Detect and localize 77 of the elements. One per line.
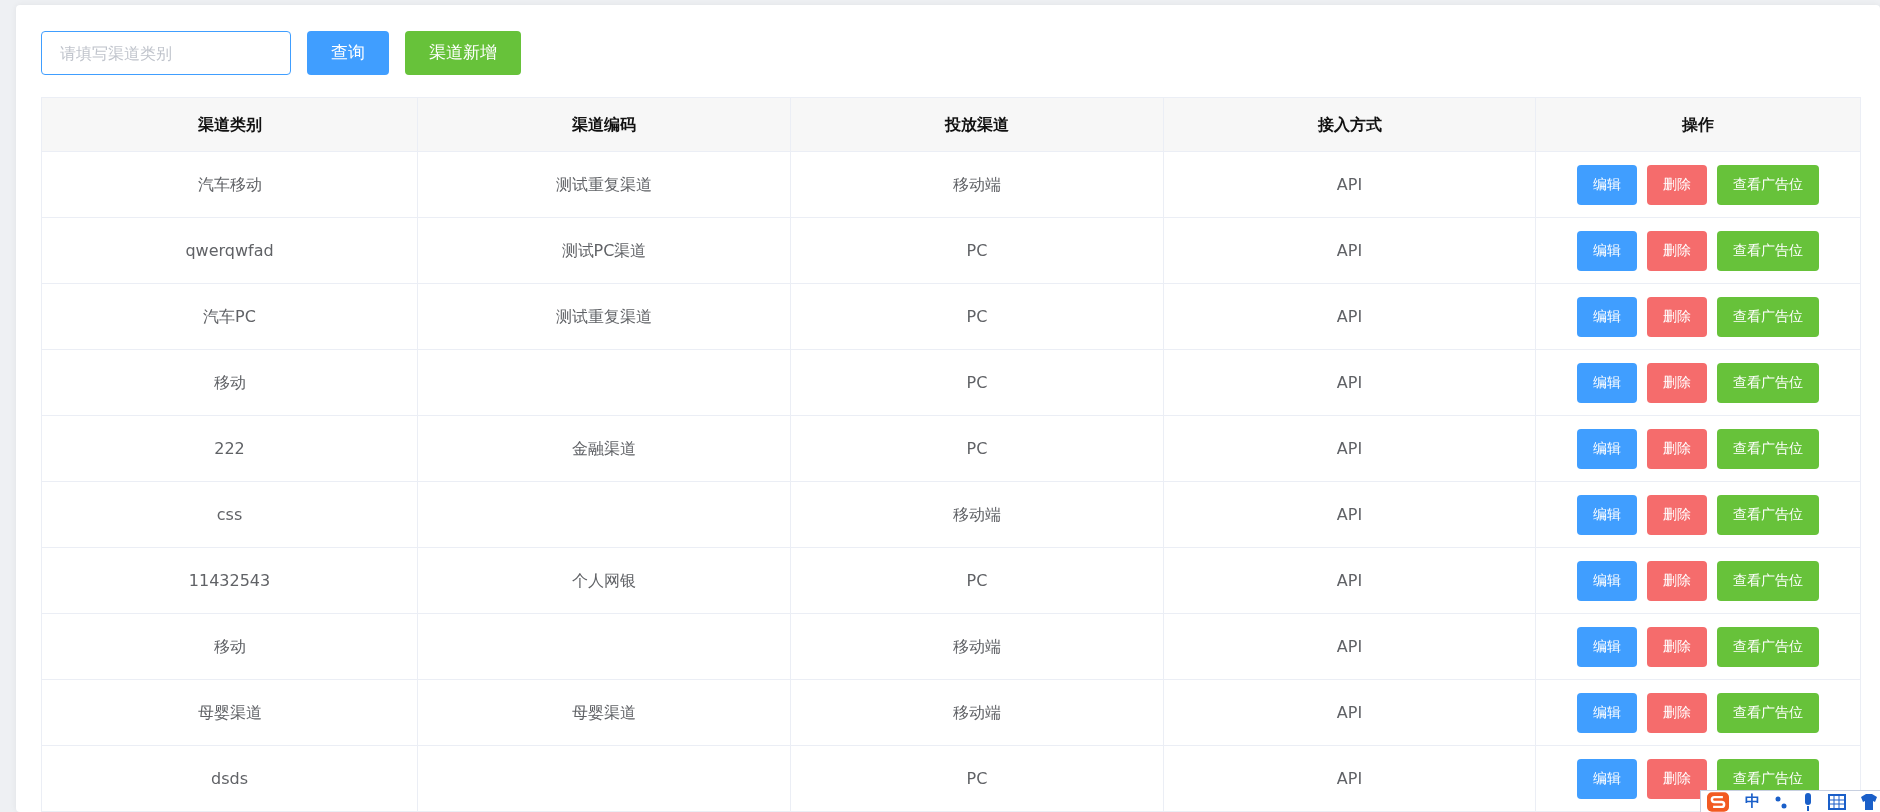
table-cell: 移动端	[790, 613, 1164, 680]
edit-button[interactable]: 编辑	[1577, 494, 1637, 535]
view-ad-slots-button[interactable]: 查看广告位	[1717, 626, 1819, 667]
delete-button[interactable]: 删除	[1647, 758, 1707, 799]
delete-button[interactable]: 删除	[1647, 296, 1707, 337]
column-header: 操作	[1535, 97, 1861, 152]
table-cell: API	[1163, 481, 1536, 548]
query-button[interactable]: 查询	[307, 31, 389, 75]
table-cell: css	[41, 481, 418, 548]
add-channel-button[interactable]: 渠道新增	[405, 31, 521, 75]
shirt-icon[interactable]	[1860, 793, 1878, 810]
table-cell: 金融渠道	[417, 415, 791, 482]
view-ad-slots-button[interactable]: 查看广告位	[1717, 164, 1819, 205]
table-cell: 汽车PC	[41, 283, 418, 350]
view-ad-slots-button[interactable]: 查看广告位	[1717, 428, 1819, 469]
table-cell: API	[1163, 679, 1536, 746]
microphone-icon[interactable]	[1802, 792, 1814, 811]
delete-button[interactable]: 删除	[1647, 626, 1707, 667]
table-cell: 测试PC渠道	[417, 217, 791, 284]
table-cell: 个人网银	[417, 547, 791, 614]
edit-button[interactable]: 编辑	[1577, 560, 1637, 601]
table-cell: PC	[790, 349, 1164, 416]
table-cell: PC	[790, 217, 1164, 284]
table-cell: API	[1163, 613, 1536, 680]
table-cell: API	[1163, 151, 1536, 218]
table-cell: 汽车移动	[41, 151, 418, 218]
table-cell: 移动端	[790, 481, 1164, 548]
table-cell: 11432543	[41, 547, 418, 614]
table-cell: 测试重复渠道	[417, 283, 791, 350]
table-cell: PC	[790, 415, 1164, 482]
delete-button[interactable]: 删除	[1647, 692, 1707, 733]
view-ad-slots-button[interactable]: 查看广告位	[1717, 230, 1819, 271]
column-header: 接入方式	[1163, 97, 1536, 152]
table-cell: 移动	[41, 613, 418, 680]
table-cell: 222	[41, 415, 418, 482]
table-cell: API	[1163, 349, 1536, 416]
punctuation-icon[interactable]	[1774, 794, 1788, 809]
edit-button[interactable]: 编辑	[1577, 692, 1637, 733]
edit-button[interactable]: 编辑	[1577, 428, 1637, 469]
table-cell: 移动端	[790, 151, 1164, 218]
edit-button[interactable]: 编辑	[1577, 362, 1637, 403]
table-cell: PC	[790, 283, 1164, 350]
table-cell: PC	[790, 745, 1164, 812]
table-cell: 母婴渠道	[41, 679, 418, 746]
column-header: 渠道编码	[417, 97, 791, 152]
delete-button[interactable]: 删除	[1647, 164, 1707, 205]
view-ad-slots-button[interactable]: 查看广告位	[1717, 560, 1819, 601]
delete-button[interactable]: 删除	[1647, 560, 1707, 601]
view-ad-slots-button[interactable]: 查看广告位	[1717, 692, 1819, 733]
keyboard-icon[interactable]	[1828, 793, 1846, 810]
delete-button[interactable]: 删除	[1647, 428, 1707, 469]
delete-button[interactable]: 删除	[1647, 362, 1707, 403]
column-header: 渠道类别	[41, 97, 418, 152]
table-cell: API	[1163, 745, 1536, 812]
table-cell: 移动端	[790, 679, 1164, 746]
edit-button[interactable]: 编辑	[1577, 758, 1637, 799]
table-cell: API	[1163, 415, 1536, 482]
search-field[interactable]: 请填写渠道类别	[41, 31, 291, 75]
table-cell: PC	[790, 547, 1164, 614]
table-cell: 母婴渠道	[417, 679, 791, 746]
column-header: 投放渠道	[790, 97, 1164, 152]
edit-button[interactable]: 编辑	[1577, 296, 1637, 337]
table-cell: qwerqwfad	[41, 217, 418, 284]
edit-button[interactable]: 编辑	[1577, 164, 1637, 205]
view-ad-slots-button[interactable]: 查看广告位	[1717, 494, 1819, 535]
table-cell: 测试重复渠道	[417, 151, 791, 218]
delete-button[interactable]: 删除	[1647, 494, 1707, 535]
edit-button[interactable]: 编辑	[1577, 626, 1637, 667]
table-cell: 移动	[41, 349, 418, 416]
delete-button[interactable]: 删除	[1647, 230, 1707, 271]
table-cell: dsds	[41, 745, 418, 812]
table-cell: API	[1163, 547, 1536, 614]
view-ad-slots-button[interactable]: 查看广告位	[1717, 296, 1819, 337]
edit-button[interactable]: 编辑	[1577, 230, 1637, 271]
table-cell: API	[1163, 283, 1536, 350]
table-cell: API	[1163, 217, 1536, 284]
view-ad-slots-button[interactable]: 查看广告位	[1717, 362, 1819, 403]
